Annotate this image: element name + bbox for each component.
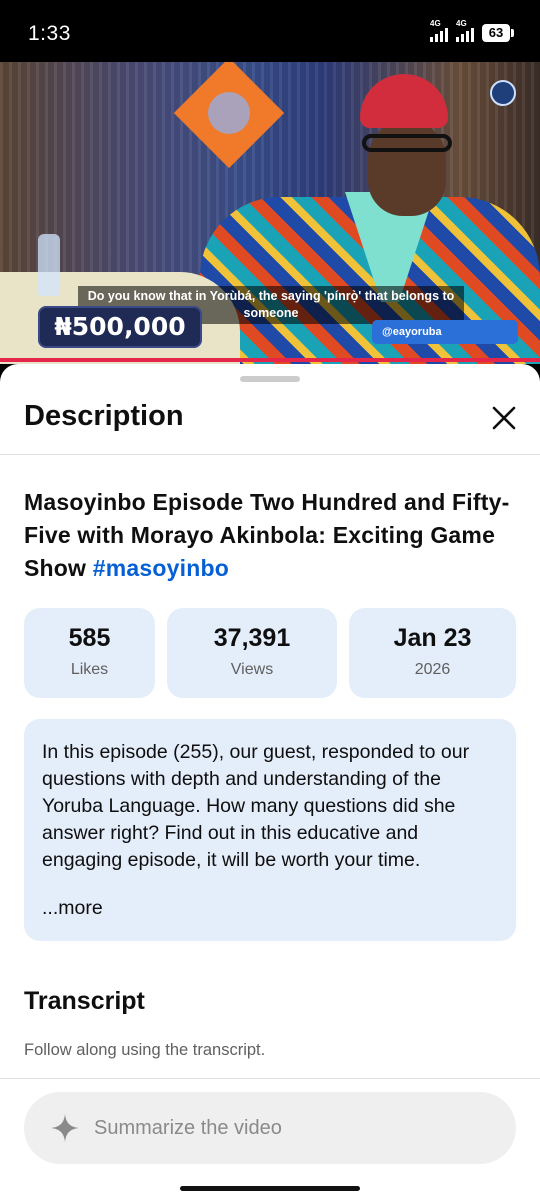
description-sheet: Description Masoyinbo Episode Two Hundre… (0, 364, 540, 1200)
divider (0, 1078, 540, 1079)
hashtag-link[interactable]: #masoyinbo (93, 555, 229, 581)
sheet-title: Description (24, 400, 184, 432)
signal-icon: 4G (430, 19, 448, 42)
close-icon (492, 406, 516, 430)
status-bar: 1:33 4G 4G 63 (0, 0, 540, 62)
close-button[interactable] (484, 398, 524, 438)
status-time: 1:33 (28, 22, 71, 45)
likes-stat: 585 Likes (24, 608, 155, 698)
publish-year: 2026 (414, 661, 451, 678)
water-bottle (38, 234, 60, 296)
transcript-subtitle: Follow along using the transcript. (24, 1041, 266, 1059)
publish-date: Jan 23 (393, 624, 472, 652)
battery-icon: 63 (482, 24, 514, 42)
views-label: Views (230, 661, 274, 678)
views-stat: 37,391 Views (167, 608, 337, 698)
summarize-label: Summarize the video (94, 1116, 282, 1139)
prize-banner: ₦500,000 (38, 306, 202, 348)
host-glasses (362, 134, 452, 152)
transcript-title: Transcript (24, 987, 145, 1015)
signal-icon: 4G (456, 19, 474, 42)
summarize-button[interactable]: Summarize the video (24, 1092, 516, 1164)
description-box[interactable]: In this episode (255), our guest, respon… (24, 719, 516, 941)
social-handle-banner: @eayoruba (372, 320, 518, 344)
divider (0, 454, 540, 455)
date-stat: Jan 23 2026 (349, 608, 516, 698)
sparkle-icon (51, 1114, 79, 1142)
channel-logo-icon (490, 80, 516, 106)
description-text: In this episode (255), our guest, respon… (42, 741, 470, 871)
likes-label: Likes (70, 661, 109, 678)
home-indicator[interactable] (180, 1186, 360, 1191)
progress-bar[interactable] (0, 358, 540, 362)
views-count: 37,391 (213, 624, 291, 652)
more-button[interactable]: ...more (42, 897, 103, 920)
status-icons: 4G 4G 63 (430, 19, 514, 42)
video-title: Masoyinbo Episode Two Hundred and Fifty-… (24, 486, 520, 585)
drag-handle[interactable] (240, 376, 300, 382)
video-player[interactable]: Do you know that in Yorùbá, the saying '… (0, 62, 540, 364)
likes-count: 585 (68, 624, 111, 652)
